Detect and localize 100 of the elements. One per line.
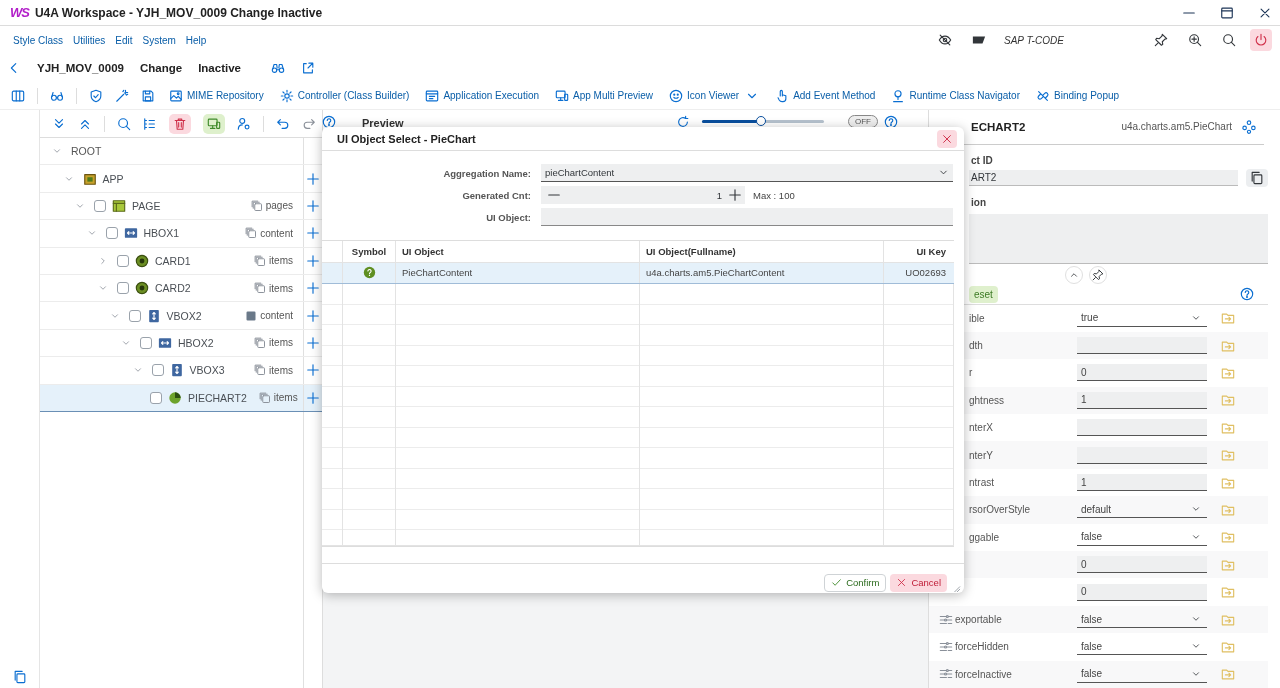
folder-icon[interactable] (1221, 366, 1235, 380)
toolbar-button[interactable]: Binding Popup (1034, 88, 1122, 103)
folder-icon[interactable] (1221, 502, 1235, 517)
tree-row[interactable]: ROOT (40, 138, 322, 166)
property-input[interactable] (1077, 419, 1207, 437)
tcode-field[interactable]: SAP T-CODE (1002, 33, 1134, 47)
tree-row[interactable]: PAGE pages (40, 192, 322, 221)
checkbox[interactable] (151, 364, 164, 377)
folder-icon[interactable] (1221, 612, 1235, 627)
menu-item[interactable]: Help (185, 34, 207, 46)
folder-icon[interactable] (1221, 311, 1235, 326)
undo-icon[interactable] (276, 116, 290, 131)
columns-icon[interactable] (11, 88, 25, 103)
search-icon[interactable] (117, 116, 131, 131)
zoom-in-icon[interactable] (1188, 33, 1202, 47)
tree-list-icon[interactable] (143, 116, 157, 131)
toolbar-button[interactable]: App Multi Preview (553, 88, 656, 103)
export-icon[interactable] (300, 61, 315, 75)
folder-icon[interactable] (1221, 585, 1235, 600)
magic-wand-icon[interactable] (115, 88, 129, 103)
property-select[interactable]: false (1077, 638, 1207, 656)
table-row[interactable]: PieChartContent u4a.charts.am5.PieChartContent UO02693 (322, 263, 954, 284)
tree-row[interactable]: VBOX2 content (40, 302, 322, 330)
binoculars-icon[interactable] (270, 61, 285, 75)
checkbox[interactable] (150, 391, 162, 404)
search-icon[interactable] (1222, 33, 1236, 47)
maximize-icon[interactable] (1220, 5, 1234, 20)
toolbar-button[interactable]: Add Event Method (773, 88, 878, 103)
resize-grip-icon[interactable] (951, 583, 961, 593)
refresh-icon[interactable] (676, 114, 690, 129)
add-icon[interactable] (306, 198, 320, 213)
add-icon[interactable] (306, 226, 320, 241)
user-settings-icon[interactable] (237, 116, 251, 131)
save-icon[interactable] (141, 88, 155, 103)
property-input[interactable]: 1 (1077, 391, 1207, 409)
shield-icon[interactable] (89, 88, 103, 103)
add-icon[interactable] (306, 363, 320, 378)
reset-button[interactable]: eset (969, 285, 998, 303)
hierarchy-icon[interactable] (1242, 119, 1256, 134)
add-icon[interactable] (306, 390, 320, 405)
checkbox[interactable] (117, 282, 129, 295)
pages-icon[interactable] (12, 670, 27, 684)
checkbox[interactable] (94, 199, 106, 212)
close-button[interactable] (937, 129, 957, 148)
property-select[interactable]: false (1077, 665, 1207, 683)
property-input[interactable] (1077, 446, 1207, 464)
tree-row[interactable]: APP (40, 165, 322, 193)
add-icon[interactable] (306, 281, 320, 296)
toolbar-button[interactable]: Icon Viewer (667, 88, 762, 103)
folder-icon[interactable] (1221, 338, 1235, 353)
tree-row[interactable]: VBOX3 items (40, 357, 322, 385)
property-select[interactable]: true (1077, 309, 1207, 327)
eye-slash-icon[interactable] (938, 33, 952, 47)
menu-item[interactable]: System (142, 34, 176, 46)
chevron-right-icon[interactable] (98, 255, 108, 266)
redo-icon[interactable] (302, 116, 316, 131)
confirm-button[interactable]: Confirm (824, 573, 887, 592)
copy-button[interactable] (1246, 168, 1268, 187)
menu-item[interactable]: Style Class (13, 34, 63, 46)
pin-button[interactable] (1089, 265, 1107, 284)
help-icon[interactable] (322, 114, 336, 129)
tree-row[interactable]: HBOX2 items (40, 329, 322, 358)
folder-icon[interactable] (1221, 420, 1235, 435)
folder-icon[interactable] (1221, 475, 1235, 490)
help-icon[interactable] (1240, 287, 1254, 302)
copy-icon[interactable] (1250, 170, 1264, 185)
folder-icon[interactable] (1221, 448, 1235, 463)
tree-row[interactable]: PIECHART2 items (40, 384, 322, 412)
folder-icon[interactable] (1221, 667, 1235, 682)
ui-object-field[interactable] (541, 208, 953, 226)
add-icon[interactable] (306, 171, 320, 186)
toolbar-button[interactable]: Controller (Class Builder) (277, 88, 412, 103)
tree-row[interactable]: HBOX1 content (40, 220, 322, 248)
cancel-button[interactable]: Cancel (890, 573, 947, 592)
folder-icon[interactable] (1221, 639, 1235, 654)
add-icon[interactable] (306, 253, 320, 268)
add-icon[interactable] (306, 335, 320, 350)
tree-row[interactable]: CARD1 items (40, 247, 322, 275)
checkbox[interactable] (140, 336, 152, 349)
property-input[interactable]: 0 (1077, 583, 1207, 601)
aggregation-select[interactable]: pieChartContent (541, 164, 953, 182)
tree-row[interactable]: CARD2 items (40, 274, 322, 303)
plus-icon[interactable] (728, 188, 742, 202)
folder-icon[interactable] (1221, 393, 1235, 408)
property-select[interactable]: false (1077, 611, 1207, 628)
add-icon[interactable] (306, 308, 320, 323)
property-input[interactable] (1077, 337, 1207, 355)
property-input[interactable]: 0 (1077, 364, 1207, 382)
pin-icon[interactable] (1154, 33, 1168, 47)
toolbar-button[interactable]: MIME Repository (167, 88, 266, 103)
folder-icon[interactable] (1221, 530, 1235, 545)
property-input[interactable]: 0 (1077, 556, 1207, 574)
property-select[interactable]: false (1077, 528, 1207, 546)
property-select[interactable]: default (1077, 501, 1207, 519)
help-icon[interactable] (884, 114, 898, 129)
object-id-field[interactable]: ART2 (969, 169, 1238, 186)
count-stepper[interactable]: 1 (541, 186, 745, 204)
checkbox[interactable] (105, 227, 118, 240)
expand-all-icon[interactable] (52, 116, 66, 131)
folder-icon[interactable] (1221, 557, 1235, 572)
